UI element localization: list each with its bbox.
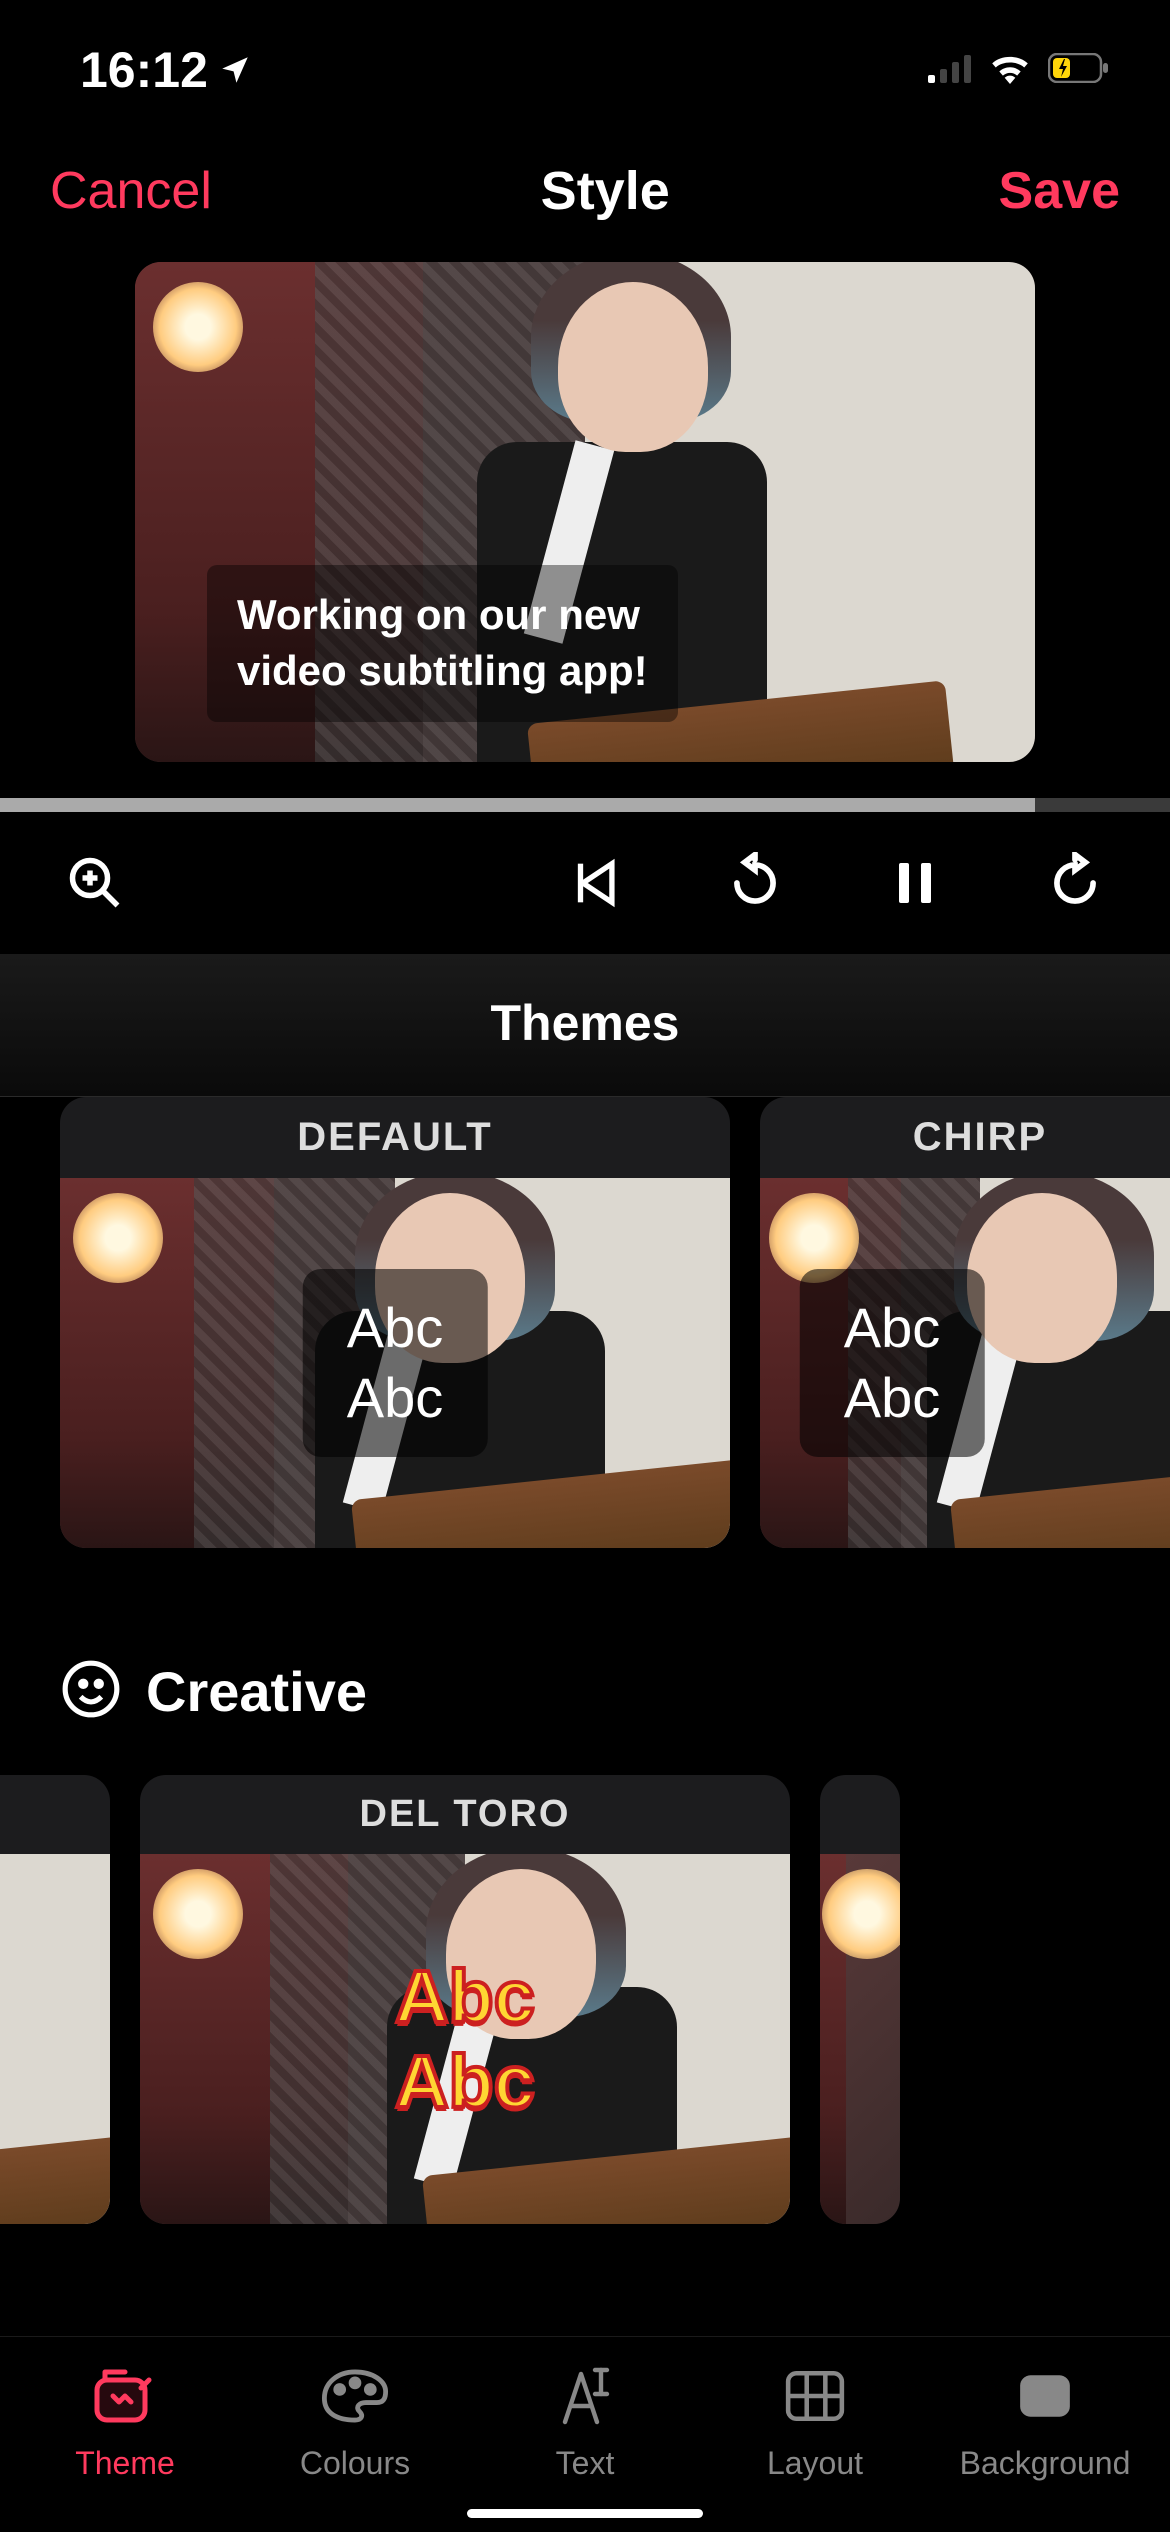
time-text: 16:12 (80, 41, 208, 99)
playback-controls (0, 812, 1170, 954)
forward-loop-button[interactable] (1040, 848, 1110, 918)
tab-theme[interactable]: Theme (25, 2361, 225, 2482)
creative-style-sample: Abc Abc (395, 1954, 535, 2124)
signal-icon (928, 53, 972, 88)
theme-style-sample: Abc Abc (800, 1269, 985, 1457)
creative-label: DEL TORO (140, 1775, 790, 1854)
text-icon (550, 2361, 620, 2431)
cancel-button[interactable]: Cancel (50, 161, 212, 221)
palette-icon (320, 2361, 390, 2431)
location-icon (218, 41, 252, 99)
video-preview[interactable]: Working on our new video subtitling app! (135, 262, 1035, 762)
grid-icon (780, 2361, 850, 2431)
abc-text: Abc (347, 1363, 444, 1433)
battery-icon (1048, 53, 1110, 88)
creative-section-header: Creative (0, 1548, 1170, 1775)
abc-text: Abc (395, 1954, 535, 2039)
tab-label: Colours (300, 2445, 410, 2482)
theme-card-chirp[interactable]: CHIRP Abc Abc (760, 1097, 1170, 1548)
themes-section-title: Themes (0, 954, 1170, 1097)
tab-label: Background (960, 2445, 1131, 2482)
tab-label: Text (556, 2445, 615, 2482)
playback-progress[interactable] (0, 798, 1170, 812)
video-thumbnail: Working on our new video subtitling app! (135, 262, 1035, 762)
creative-label: YDOW (0, 1775, 110, 1854)
subtitle-line-1: Working on our new (237, 587, 648, 644)
theme-thumbnail: Abc Abc (60, 1178, 730, 1548)
tab-text[interactable]: Text (485, 2361, 685, 2482)
page-title: Style (541, 160, 670, 222)
abc-text: Abc (844, 1363, 941, 1433)
status-indicators (928, 52, 1110, 89)
background-icon (1010, 2361, 1080, 2431)
status-bar: 16:12 (0, 0, 1170, 130)
creative-card-ydow[interactable]: YDOW bc bc (0, 1775, 110, 2224)
status-time: 16:12 (80, 41, 252, 99)
tab-layout[interactable]: Layout (715, 2361, 915, 2482)
wifi-icon (988, 52, 1032, 89)
abc-text: Abc (844, 1293, 941, 1363)
theme-label: DEFAULT (60, 1097, 730, 1178)
tab-label: Theme (75, 2445, 175, 2482)
tab-background[interactable]: Background (945, 2361, 1145, 2482)
progress-fill (0, 798, 1035, 812)
subtitle-line-2: video subtitling app! (237, 643, 648, 700)
themes-row[interactable]: DEFAULT Abc Abc CHIRP Abc Abc (0, 1097, 1170, 1548)
nav-bar: Cancel Style Save (0, 130, 1170, 262)
creative-title: Creative (146, 1659, 367, 1724)
skip-start-button[interactable] (560, 848, 630, 918)
creative-card-next[interactable] (820, 1775, 900, 2224)
home-indicator[interactable] (467, 2509, 703, 2518)
abc-text: Abc (347, 1293, 444, 1363)
subtitle-overlay: Working on our new video subtitling app! (207, 565, 678, 722)
creative-thumbnail: Abc Abc (140, 1854, 790, 2224)
pause-button[interactable] (880, 848, 950, 918)
bottom-tab-bar: Theme Colours Text Layout Background (0, 2336, 1170, 2482)
creative-card-del-toro[interactable]: DEL TORO Abc Abc (140, 1775, 790, 2224)
tab-label: Layout (767, 2445, 863, 2482)
zoom-in-button[interactable] (60, 848, 130, 918)
theme-icon (90, 2361, 160, 2431)
save-button[interactable]: Save (999, 161, 1120, 221)
creative-label (820, 1775, 900, 1854)
creative-thumbnail: bc bc (0, 1854, 110, 2224)
theme-thumbnail: Abc Abc (760, 1178, 1170, 1548)
smiley-icon (60, 1658, 122, 1725)
creative-row[interactable]: YDOW bc bc DEL TORO Abc Abc (0, 1775, 1170, 2224)
theme-card-default[interactable]: DEFAULT Abc Abc (60, 1097, 730, 1548)
creative-thumbnail (820, 1854, 900, 2224)
theme-style-sample: Abc Abc (303, 1269, 488, 1457)
theme-label: CHIRP (760, 1097, 1170, 1178)
tab-colours[interactable]: Colours (255, 2361, 455, 2482)
rewind-button[interactable] (720, 848, 790, 918)
abc-text: Abc (395, 2039, 535, 2124)
